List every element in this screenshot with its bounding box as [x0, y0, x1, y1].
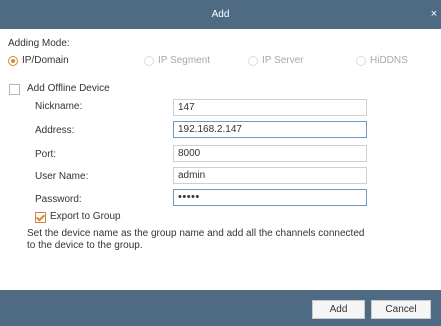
radio-hiddns-label: HiDDNS [370, 55, 408, 66]
add-offline-device-label[interactable]: Add Offline Device [27, 83, 110, 94]
password-field[interactable]: ••••• [173, 189, 367, 206]
add-button[interactable]: Add [312, 300, 365, 319]
add-device-dialog: Add × Adding Mode: IP/Domain IP Segment … [0, 0, 441, 326]
radio-ip-domain-label[interactable]: IP/Domain [22, 55, 69, 66]
radio-ip-server [248, 56, 258, 66]
radio-ip-segment [144, 56, 154, 66]
port-field[interactable]: 8000 [173, 145, 367, 162]
radio-ip-domain[interactable] [8, 56, 18, 66]
port-label: Port: [35, 149, 57, 160]
dialog-title: Add [211, 9, 230, 20]
nickname-label: Nickname: [35, 101, 83, 112]
nickname-field[interactable]: 147 [173, 99, 367, 116]
address-field[interactable]: 192.168.2.147 [173, 121, 367, 138]
username-label: User Name: [35, 171, 89, 182]
title-bar: Add × [0, 0, 441, 29]
password-label: Password: [35, 194, 82, 205]
export-description: Set the device name as the group name an… [27, 228, 365, 251]
username-field[interactable]: admin [173, 167, 367, 184]
radio-hiddns [356, 56, 366, 66]
radio-ip-server-label: IP Server [262, 55, 304, 66]
cancel-button[interactable]: Cancel [371, 300, 431, 319]
close-icon[interactable]: × [429, 0, 439, 29]
add-offline-device-checkbox[interactable] [9, 84, 20, 95]
address-label: Address: [35, 125, 75, 136]
adding-mode-label: Adding Mode: [8, 38, 70, 49]
export-to-group-label[interactable]: Export to Group [50, 211, 121, 222]
export-to-group-checkbox[interactable] [35, 212, 46, 223]
radio-ip-segment-label: IP Segment [158, 55, 211, 66]
